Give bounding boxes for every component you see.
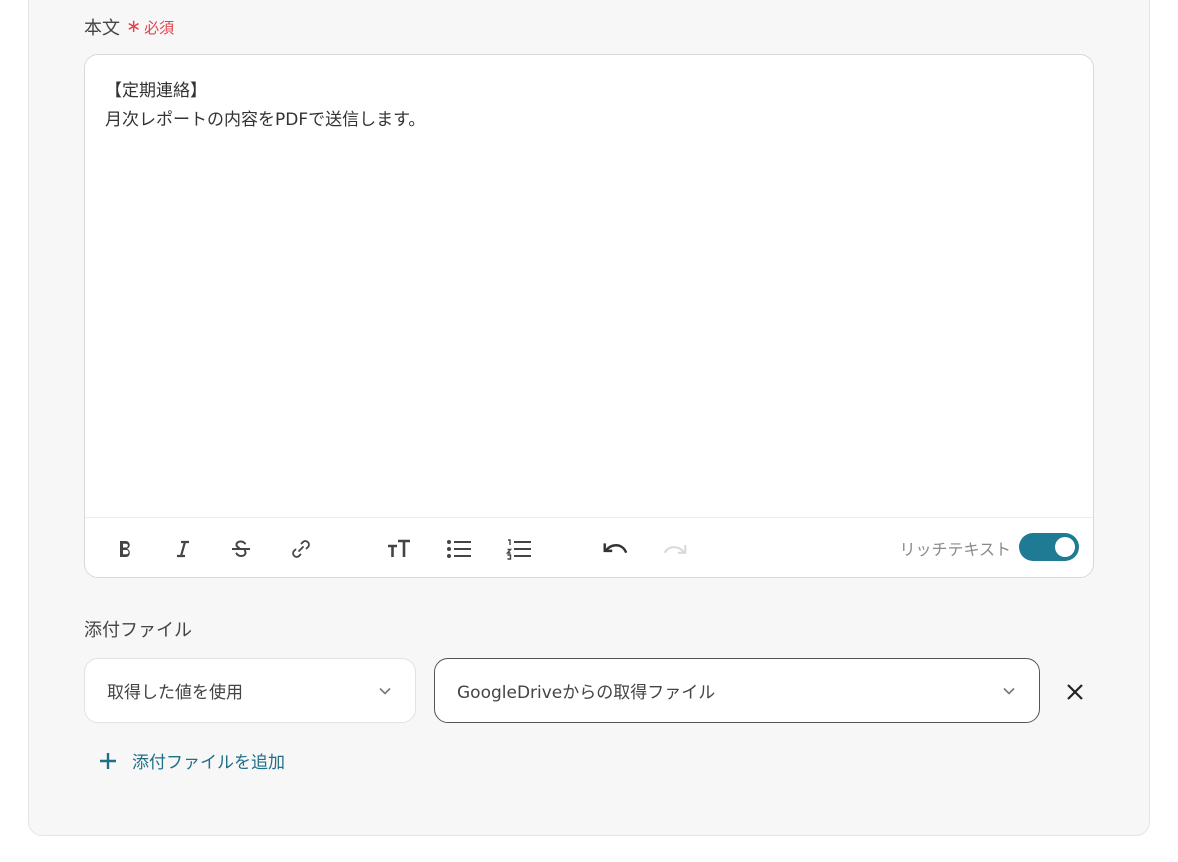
chevron-down-icon <box>379 687 391 695</box>
text-size-icon[interactable] <box>385 535 413 563</box>
attachment-field-label: 添付ファイル <box>84 616 192 642</box>
body-textarea[interactable]: 【定期連絡】 月次レポートの内容をPDFで送信します。 <box>85 55 1093 519</box>
add-attachment-label: 添付ファイルを追加 <box>132 753 285 773</box>
add-attachment-button[interactable]: 添付ファイルを追加 <box>98 748 285 773</box>
body-field-label: 本文 ∗ 必須 <box>84 14 174 40</box>
attachment-mode-value: 取得した値を使用 <box>107 683 243 703</box>
redo-icon[interactable] <box>661 535 689 563</box>
undo-icon[interactable] <box>601 535 629 563</box>
remove-attachment-button[interactable] <box>1062 679 1088 705</box>
numbered-list-icon[interactable] <box>505 535 533 563</box>
required-badge: ∗ 必須 <box>126 17 174 38</box>
bullet-list-icon[interactable] <box>445 535 473 563</box>
body-line-1: 【定期連絡】 <box>105 81 207 101</box>
editor-toolbar: リッチテキスト <box>85 517 1093 577</box>
strikethrough-icon[interactable] <box>227 535 255 563</box>
required-text: 必須 <box>144 18 175 37</box>
rich-text-toggle[interactable] <box>1019 533 1079 561</box>
body-editor: 【定期連絡】 月次レポートの内容をPDFで送信します。 リッチテキスト <box>84 54 1094 578</box>
rich-text-label: リッチテキスト <box>899 540 1011 559</box>
body-label-text: 本文 <box>84 18 120 39</box>
italic-icon[interactable] <box>169 535 197 563</box>
attachment-label-text: 添付ファイル <box>84 620 192 641</box>
attachment-mode-select[interactable]: 取得した値を使用 <box>84 658 416 723</box>
required-asterisk-icon: ∗ <box>126 16 142 37</box>
chevron-down-icon <box>1003 687 1015 695</box>
attachment-file-value: GoogleDriveからの取得ファイル <box>457 683 716 703</box>
plus-icon <box>100 752 116 769</box>
body-line-2: 月次レポートの内容をPDFで送信します。 <box>105 110 426 130</box>
close-icon <box>1067 684 1083 700</box>
link-icon[interactable] <box>287 535 315 563</box>
attachment-file-select[interactable]: GoogleDriveからの取得ファイル <box>434 658 1040 723</box>
bold-icon[interactable] <box>111 535 139 563</box>
toggle-knob <box>1055 537 1075 557</box>
